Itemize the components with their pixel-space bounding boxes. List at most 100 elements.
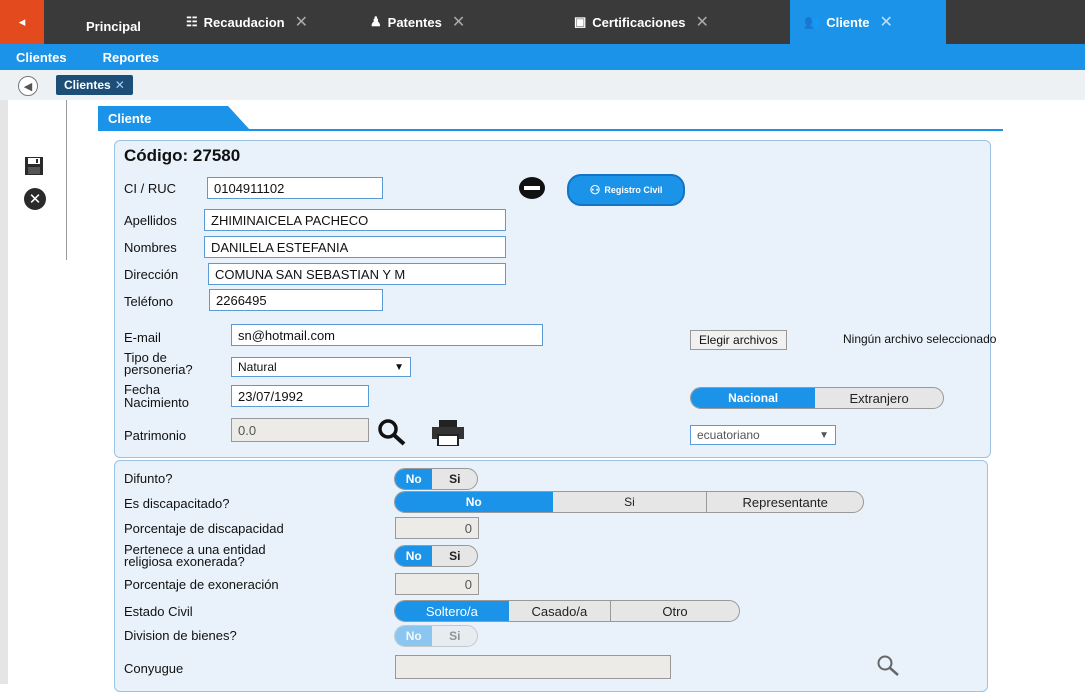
- choose-file-button[interactable]: Elegir archivos: [690, 330, 787, 350]
- apellidos-label: Apellidos: [124, 213, 177, 228]
- patrimonio-label: Patrimonio: [124, 428, 187, 443]
- ci-label: CI / RUC: [124, 181, 176, 196]
- fecha-field[interactable]: 23/07/1992: [231, 385, 369, 407]
- divider: [66, 100, 67, 260]
- direccion-label: Dirección: [124, 267, 179, 282]
- toggle-no[interactable]: No: [395, 626, 433, 646]
- breadcrumb-label: Clientes: [64, 78, 111, 92]
- dropdown-arrow-icon: ▼: [394, 361, 404, 373]
- division-label: Division de bienes?: [124, 628, 237, 643]
- group-icon: 👥: [804, 14, 821, 29]
- close-icon[interactable]: ✕: [452, 12, 465, 32]
- tab-label: Cliente: [826, 14, 870, 30]
- nacionalidad-select[interactable]: ecuatoriano ▼: [690, 425, 836, 445]
- toggle-si[interactable]: Si: [432, 469, 477, 489]
- breadcrumb-row: [0, 70, 1085, 100]
- tab-cliente[interactable]: 👥 Cliente ✕: [790, 0, 946, 44]
- back-circle-icon[interactable]: ◀: [18, 76, 38, 96]
- registro-civil-button[interactable]: ⚇ Registro Civil: [567, 174, 685, 206]
- apellidos-field[interactable]: ZHIMINAICELA PACHECO: [204, 209, 506, 231]
- tab-certificaciones[interactable]: ▣ Certificaciones ✕: [574, 0, 709, 44]
- nacional-option[interactable]: Nacional: [691, 388, 816, 408]
- porc-disc-field[interactable]: 0: [395, 517, 479, 539]
- card-icon: ▣: [574, 14, 587, 29]
- toggle-no[interactable]: No: [395, 546, 433, 566]
- tab-label: Certificaciones: [592, 14, 686, 30]
- fecha-label: Fecha Nacimiento: [124, 383, 189, 409]
- toggle-si[interactable]: Si: [432, 626, 477, 646]
- patrimonio-field[interactable]: 0.0: [231, 418, 369, 442]
- estado-civil-label: Estado Civil: [124, 604, 193, 619]
- breadcrumb[interactable]: Clientes ✕: [56, 75, 133, 95]
- menu-reportes[interactable]: Reportes: [103, 50, 159, 65]
- email-label: E-mail: [124, 330, 161, 345]
- division-toggle[interactable]: No Si: [394, 625, 478, 647]
- toggle-no[interactable]: No: [395, 469, 433, 489]
- email-field[interactable]: sn@hotmail.com: [231, 324, 543, 346]
- person-icon: ♟: [370, 14, 382, 29]
- porc-exon-label: Porcentaje de exoneración: [124, 577, 279, 592]
- fecha-label-line2: Nacimiento: [124, 395, 190, 410]
- tipo-select-value: Natural: [238, 360, 277, 374]
- toggle-no[interactable]: No: [395, 492, 553, 512]
- ci-field[interactable]: 0104911102: [207, 177, 383, 199]
- left-scrollbar[interactable]: [0, 100, 8, 684]
- section-underline: [98, 129, 1003, 131]
- toggle-representante[interactable]: Representante: [707, 492, 863, 512]
- tab-recaudacion[interactable]: ☷ Recaudacion ✕: [186, 0, 308, 44]
- telefono-label: Teléfono: [124, 294, 174, 309]
- discapacitado-toggle[interactable]: No Si Representante: [394, 491, 864, 513]
- section-tab-cliente: Cliente: [98, 106, 228, 130]
- difunto-label: Difunto?: [124, 471, 173, 486]
- dropdown-arrow-icon: ▼: [819, 429, 829, 441]
- otro-option[interactable]: Otro: [611, 601, 739, 621]
- toggle-si[interactable]: Si: [432, 546, 477, 566]
- section-tab-corner: [228, 106, 250, 130]
- tab-label: Patentes: [387, 14, 442, 30]
- fingerprint-icon: ⚇: [589, 183, 601, 197]
- casado-option[interactable]: Casado/a: [509, 601, 611, 621]
- nombres-label: Nombres: [124, 240, 177, 255]
- estado-civil-toggle[interactable]: Soltero/a Casado/a Otro: [394, 600, 740, 622]
- tab-principal[interactable]: Principal: [86, 0, 141, 44]
- religiosa-label: Pertenece a una entidad religiosa exoner…: [124, 543, 266, 569]
- toggle-si[interactable]: Si: [553, 492, 708, 512]
- conyugue-label: Conyugue: [124, 661, 184, 676]
- remove-icon[interactable]: [519, 177, 545, 199]
- registro-civil-label: Registro Civil: [604, 185, 663, 195]
- menu-bar: Clientes Reportes: [0, 44, 1085, 70]
- close-icon[interactable]: ✕: [696, 12, 709, 32]
- direccion-field[interactable]: COMUNA SAN SEBASTIAN Y M: [208, 263, 506, 285]
- search-icon[interactable]: [876, 654, 900, 679]
- soltero-option[interactable]: Soltero/a: [395, 601, 509, 621]
- close-icon[interactable]: ✕: [115, 78, 125, 92]
- conyugue-field[interactable]: [395, 655, 671, 679]
- cancel-icon[interactable]: ✕: [24, 188, 46, 210]
- list-icon: ☷: [186, 14, 198, 29]
- close-icon[interactable]: ✕: [295, 12, 308, 32]
- close-icon[interactable]: ✕: [880, 12, 893, 32]
- menu-clientes[interactable]: Clientes: [16, 50, 67, 65]
- porc-exon-field[interactable]: 0: [395, 573, 479, 595]
- nombres-field[interactable]: DANILELA ESTEFANIA: [204, 236, 506, 258]
- nacionalidad-toggle[interactable]: Nacional Extranjero: [690, 387, 944, 409]
- tipo-select[interactable]: Natural ▼: [231, 357, 411, 377]
- telefono-field[interactable]: 2266495: [209, 289, 383, 311]
- tipo-label-line2: personeria?: [124, 362, 193, 377]
- save-icon[interactable]: [24, 156, 44, 176]
- tab-label: Recaudacion: [203, 14, 285, 30]
- print-icon[interactable]: [430, 420, 466, 449]
- back-arrow-icon[interactable]: ◂: [0, 0, 44, 44]
- porc-disc-label: Porcentaje de discapacidad: [124, 521, 284, 536]
- section-title: Cliente: [108, 110, 152, 126]
- religiosa-label-line2: religiosa exonerada?: [124, 554, 245, 569]
- tab-label: Principal: [86, 18, 141, 34]
- tipo-label: Tipo de personeria?: [124, 351, 193, 377]
- client-code: Código: 27580: [124, 146, 241, 165]
- tab-patentes[interactable]: ♟ Patentes ✕: [370, 0, 465, 44]
- search-icon[interactable]: [377, 418, 407, 449]
- religiosa-toggle[interactable]: No Si: [394, 545, 478, 567]
- file-status: Ningún archivo seleccionado: [843, 332, 997, 346]
- difunto-toggle[interactable]: No Si: [394, 468, 478, 490]
- extranjero-option[interactable]: Extranjero: [815, 388, 943, 408]
